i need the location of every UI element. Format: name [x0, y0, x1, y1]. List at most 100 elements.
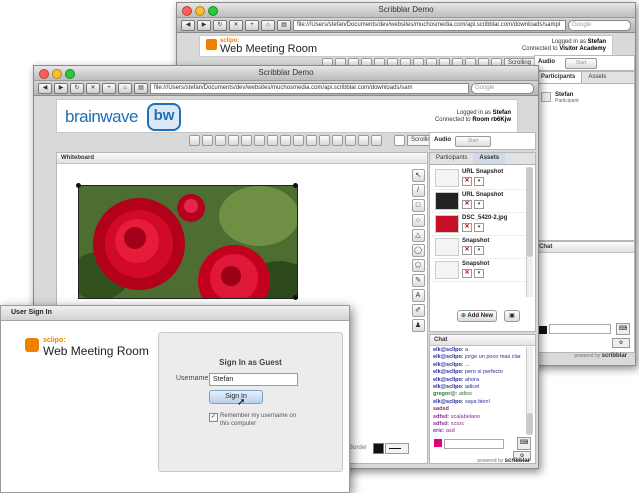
asset-thumbnail: [435, 261, 459, 279]
tool-icon[interactable]: [241, 134, 252, 146]
polygon-tool-icon[interactable]: ⬠: [411, 259, 425, 272]
forward-icon[interactable]: ▶: [197, 19, 211, 31]
text-tool-icon[interactable]: A: [411, 289, 425, 302]
border-width-select[interactable]: [385, 443, 409, 454]
dropdown-icon[interactable]: ▾: [474, 269, 484, 278]
delete-icon[interactable]: ✕: [462, 223, 472, 232]
window-title: Scribblar Demo: [378, 5, 434, 14]
delete-icon[interactable]: ✕: [462, 269, 472, 278]
dropdown-icon[interactable]: ▾: [474, 177, 484, 186]
search-field[interactable]: Google: [471, 82, 534, 94]
resize-handle[interactable]: [293, 183, 298, 188]
back-icon[interactable]: ◀: [181, 19, 195, 31]
send-icon[interactable]: ⌨: [616, 323, 630, 335]
delete-icon[interactable]: ✕: [462, 200, 472, 209]
tool-icon[interactable]: [267, 134, 278, 146]
search-field[interactable]: Google: [568, 19, 631, 31]
triangle-tool-icon[interactable]: △: [411, 229, 425, 242]
reload-icon[interactable]: ↻: [70, 82, 84, 94]
assets-scrollbar[interactable]: [526, 167, 533, 297]
stamp-tool-icon[interactable]: ♟: [411, 319, 425, 332]
tool-icon[interactable]: [332, 134, 343, 146]
rectangle-tool-icon[interactable]: □: [411, 199, 425, 212]
close-window-icon[interactable]: [39, 69, 49, 79]
tool-icon[interactable]: [319, 134, 330, 146]
tab-assets[interactable]: Assets: [473, 153, 506, 164]
add-bookmark-icon[interactable]: +: [102, 82, 116, 94]
audio-start-button[interactable]: Start: [455, 136, 491, 147]
chat-input[interactable]: [444, 439, 504, 449]
url-bar[interactable]: file:///Users/stefan/Documents/dev/websi…: [293, 19, 566, 31]
color-swatch[interactable]: [434, 439, 442, 447]
snapshot-icon[interactable]: ▣: [504, 310, 520, 322]
zoom-window-icon[interactable]: [208, 6, 218, 16]
circle-tool-icon[interactable]: ◯: [411, 244, 425, 257]
delete-icon[interactable]: ✕: [462, 246, 472, 255]
stop-icon[interactable]: ✕: [86, 82, 100, 94]
resize-handle[interactable]: [76, 183, 81, 188]
grid-checkbox[interactable]: [394, 134, 405, 146]
minimize-window-icon[interactable]: [195, 6, 205, 16]
line-tool-icon[interactable]: /: [411, 184, 425, 197]
tool-icon[interactable]: [280, 134, 291, 146]
tool-icon[interactable]: [358, 134, 369, 146]
home-icon[interactable]: ⌂: [261, 19, 275, 31]
signin-title: User Sign In: [1, 306, 349, 321]
dropdown-icon[interactable]: ▾: [474, 246, 484, 255]
tool-icon[interactable]: [215, 134, 226, 146]
tool-icon[interactable]: [345, 134, 356, 146]
drawing-tools: ↖ / □ ○ △ ◯ ⬠ ✎ A ✐ ♟: [411, 167, 425, 334]
resize-handle[interactable]: [293, 295, 298, 300]
color-swatch[interactable]: [539, 326, 547, 334]
add-bookmark-icon[interactable]: +: [245, 19, 259, 31]
dropdown-icon[interactable]: ▾: [474, 200, 484, 209]
stop-icon[interactable]: ✕: [229, 19, 243, 31]
print-icon[interactable]: ▤: [277, 19, 291, 31]
whiteboard-image[interactable]: [78, 185, 298, 299]
print-icon[interactable]: ▤: [134, 82, 148, 94]
participant-row[interactable]: Stefan Participant: [535, 84, 634, 112]
audio-start-button[interactable]: Start: [565, 58, 597, 69]
brainwave-logo: brainwave: [65, 107, 139, 126]
highlighter-tool-icon[interactable]: ✐: [411, 304, 425, 317]
tool-icon[interactable]: [228, 134, 239, 146]
tool-icon[interactable]: [371, 134, 382, 146]
window-title: Scribblar Demo: [258, 68, 314, 77]
back-icon[interactable]: ◀: [38, 82, 52, 94]
ellipse-tool-icon[interactable]: ○: [411, 214, 425, 227]
chat-input[interactable]: [549, 324, 611, 334]
close-window-icon[interactable]: [182, 6, 192, 16]
chat-scrollbar[interactable]: [526, 347, 533, 435]
tool-icon[interactable]: [254, 134, 265, 146]
tab-participants[interactable]: Participants: [535, 72, 583, 83]
tool-icon[interactable]: [189, 134, 200, 146]
dropdown-icon[interactable]: ▾: [474, 223, 484, 232]
delete-icon[interactable]: ✕: [462, 177, 472, 186]
zoom-window-icon[interactable]: [65, 69, 75, 79]
remember-checkbox[interactable]: ✓: [209, 413, 218, 422]
tool-icon[interactable]: [293, 134, 304, 146]
list-item[interactable]: DSC_5420-2.jpg ✕ ▾: [432, 213, 526, 236]
pointer-tool-icon[interactable]: ↖: [411, 169, 425, 182]
minimize-window-icon[interactable]: [52, 69, 62, 79]
list-item[interactable]: Snapshot ✕ ▾: [432, 236, 526, 259]
tab-participants[interactable]: Participants: [430, 153, 473, 164]
add-new-button[interactable]: ⊕ Add New: [457, 310, 497, 322]
border-color-swatch[interactable]: [373, 443, 384, 454]
pencil-tool-icon[interactable]: ✎: [411, 274, 425, 287]
username-field[interactable]: Stefan: [209, 373, 298, 386]
list-item[interactable]: Snapshot ✕ ▾: [432, 259, 526, 282]
tool-icon[interactable]: [306, 134, 317, 146]
tool-icon[interactable]: [202, 134, 213, 146]
signin-button[interactable]: Sign In: [209, 390, 263, 404]
tab-assets[interactable]: Assets: [582, 72, 612, 83]
list-item[interactable]: URL Snapshot ✕ ▾: [432, 167, 526, 190]
forward-icon[interactable]: ▶: [54, 82, 68, 94]
reload-icon[interactable]: ↻: [213, 19, 227, 31]
list-item[interactable]: URL Snapshot ✕ ▾: [432, 190, 526, 213]
send-icon[interactable]: ⌨: [517, 437, 531, 450]
url-bar[interactable]: file:///Users/stefan/Documents/dev/websi…: [150, 82, 469, 94]
home-icon[interactable]: ⌂: [118, 82, 132, 94]
settings-icon[interactable]: ⚙: [612, 338, 630, 348]
plus-icon: ⊕: [460, 313, 466, 319]
